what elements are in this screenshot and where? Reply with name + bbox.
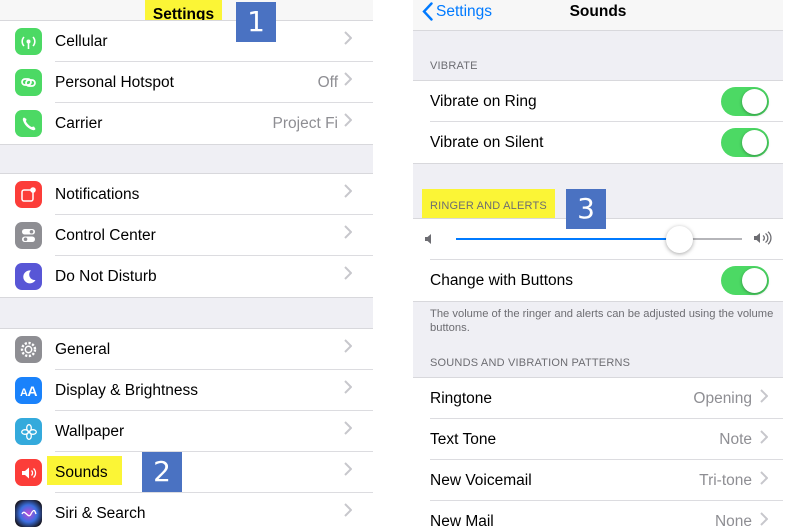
section-header-ringer: RINGER AND ALERTS: [430, 200, 547, 212]
settings-panel: Settings Cellular Personal Hotspot Off C…: [0, 0, 373, 530]
text-tone-row[interactable]: Text Tone Note: [413, 419, 783, 460]
settings-group-alerts: Notifications Control Center Do Not Dist…: [0, 173, 373, 298]
settings-item-general[interactable]: General: [0, 329, 373, 370]
chevron-right-icon: [344, 339, 354, 359]
section-header-patterns: SOUNDS AND VIBRATION PATTERNS: [430, 357, 631, 369]
moon-icon: [15, 263, 42, 290]
hotspot-icon: [15, 69, 42, 96]
settings-item-siri-search[interactable]: Siri & Search: [0, 493, 373, 530]
chevron-right-icon: [344, 380, 354, 400]
vibrate-on-silent-toggle[interactable]: [721, 128, 769, 157]
chevron-right-icon: [760, 512, 769, 530]
sidebar-item-label: Cellular: [55, 33, 108, 50]
vibrate-on-ring-row: Vibrate on Ring: [413, 81, 783, 122]
sidebar-item-label: Wallpaper: [55, 423, 125, 440]
row-value: Opening: [693, 390, 752, 407]
volume-high-icon: [753, 231, 773, 250]
settings-group-network: Cellular Personal Hotspot Off Carrier Pr…: [0, 20, 373, 145]
row-label: Ringtone: [430, 390, 493, 407]
step-badge-3: 3: [566, 189, 606, 229]
page-title: Sounds: [569, 3, 627, 20]
ringtone-row[interactable]: Ringtone Opening: [413, 378, 783, 419]
sounds-panel: Settings Sounds VIBRATE Vibrate on Ring …: [413, 0, 783, 530]
settings-item-do-not-disturb[interactable]: Do Not Disturb: [0, 256, 373, 297]
sidebar-item-label: Carrier: [55, 115, 103, 132]
chevron-right-icon: [344, 113, 354, 133]
vibrate-on-silent-row: Vibrate on Silent: [413, 122, 783, 163]
change-with-buttons-toggle[interactable]: [721, 266, 769, 295]
sidebar-item-label: Siri & Search: [55, 505, 146, 522]
row-label: New Mail: [430, 513, 494, 530]
sidebar-item-label: Control Center: [55, 227, 156, 244]
sounds-icon: [15, 459, 42, 486]
settings-item-control-center[interactable]: Control Center: [0, 215, 373, 256]
wallpaper-icon: [15, 418, 42, 445]
chevron-right-icon: [760, 471, 769, 490]
chevron-right-icon: [760, 430, 769, 449]
sidebar-item-label: Do Not Disturb: [55, 268, 157, 285]
vibrate-group: Vibrate on Ring Vibrate on Silent: [413, 80, 783, 164]
display-icon: AA: [15, 377, 42, 404]
carrier-name: Project Fi: [272, 115, 338, 132]
sidebar-item-label: General: [55, 341, 111, 358]
chevron-right-icon: [344, 225, 354, 245]
row-label: Vibrate on Ring: [430, 93, 537, 110]
sidebar-item-label: Notifications: [55, 186, 140, 203]
ringer-volume-slider[interactable]: [456, 238, 742, 240]
row-label: Text Tone: [430, 431, 497, 448]
new-mail-row[interactable]: New Mail None: [413, 501, 783, 530]
settings-item-carrier[interactable]: Carrier Project Fi: [0, 103, 373, 144]
new-voicemail-row[interactable]: New Voicemail Tri-tone: [413, 460, 783, 501]
chevron-right-icon: [344, 503, 354, 523]
sidebar-item-label: Personal Hotspot: [55, 74, 174, 91]
section-header-vibrate: VIBRATE: [430, 60, 478, 72]
chevron-right-icon: [344, 31, 354, 51]
settings-item-sounds[interactable]: Sounds: [0, 452, 373, 493]
notifications-icon: [15, 181, 42, 208]
row-value: Tri-tone: [699, 472, 752, 489]
row-value: Note: [719, 431, 752, 448]
settings-item-cellular[interactable]: Cellular: [0, 21, 373, 62]
change-with-buttons-row: Change with Buttons: [413, 260, 783, 301]
volume-low-icon: [424, 232, 434, 250]
settings-group-device: General AA Display & Brightness Wallpape…: [0, 328, 373, 530]
sidebar-item-label: Sounds: [55, 464, 108, 481]
settings-item-personal-hotspot[interactable]: Personal Hotspot Off: [0, 62, 373, 103]
step-badge-1: 1: [236, 2, 276, 42]
settings-item-notifications[interactable]: Notifications: [0, 174, 373, 215]
cellular-icon: [15, 28, 42, 55]
row-label: Vibrate on Silent: [430, 134, 544, 151]
ringer-footnote: The volume of the ringer and alerts can …: [430, 308, 774, 334]
siri-icon: [15, 500, 42, 527]
slider-thumb[interactable]: [665, 226, 693, 253]
chevron-right-icon: [344, 462, 354, 482]
row-value: None: [714, 513, 752, 530]
chevron-right-icon: [344, 421, 354, 441]
sounds-nav-bar: Settings Sounds: [413, 0, 783, 31]
sidebar-item-label: Display & Brightness: [55, 382, 199, 399]
control-center-icon: [15, 222, 42, 249]
step-badge-2: 2: [142, 452, 182, 492]
phone-icon: [15, 110, 42, 137]
hotspot-status: Off: [317, 74, 338, 91]
chevron-right-icon: [344, 184, 354, 204]
chevron-right-icon: [344, 72, 354, 92]
chevron-right-icon: [344, 266, 354, 286]
gear-icon: [15, 336, 42, 363]
patterns-group: Ringtone Opening Text Tone Note New Voic…: [413, 377, 783, 530]
row-label: Change with Buttons: [430, 272, 574, 289]
settings-item-wallpaper[interactable]: Wallpaper: [0, 411, 373, 452]
vibrate-on-ring-toggle[interactable]: [721, 87, 769, 116]
row-label: New Voicemail: [430, 472, 532, 489]
chevron-right-icon: [760, 389, 769, 408]
ringer-group: Change with Buttons: [413, 218, 783, 302]
settings-item-display-brightness[interactable]: AA Display & Brightness: [0, 370, 373, 411]
